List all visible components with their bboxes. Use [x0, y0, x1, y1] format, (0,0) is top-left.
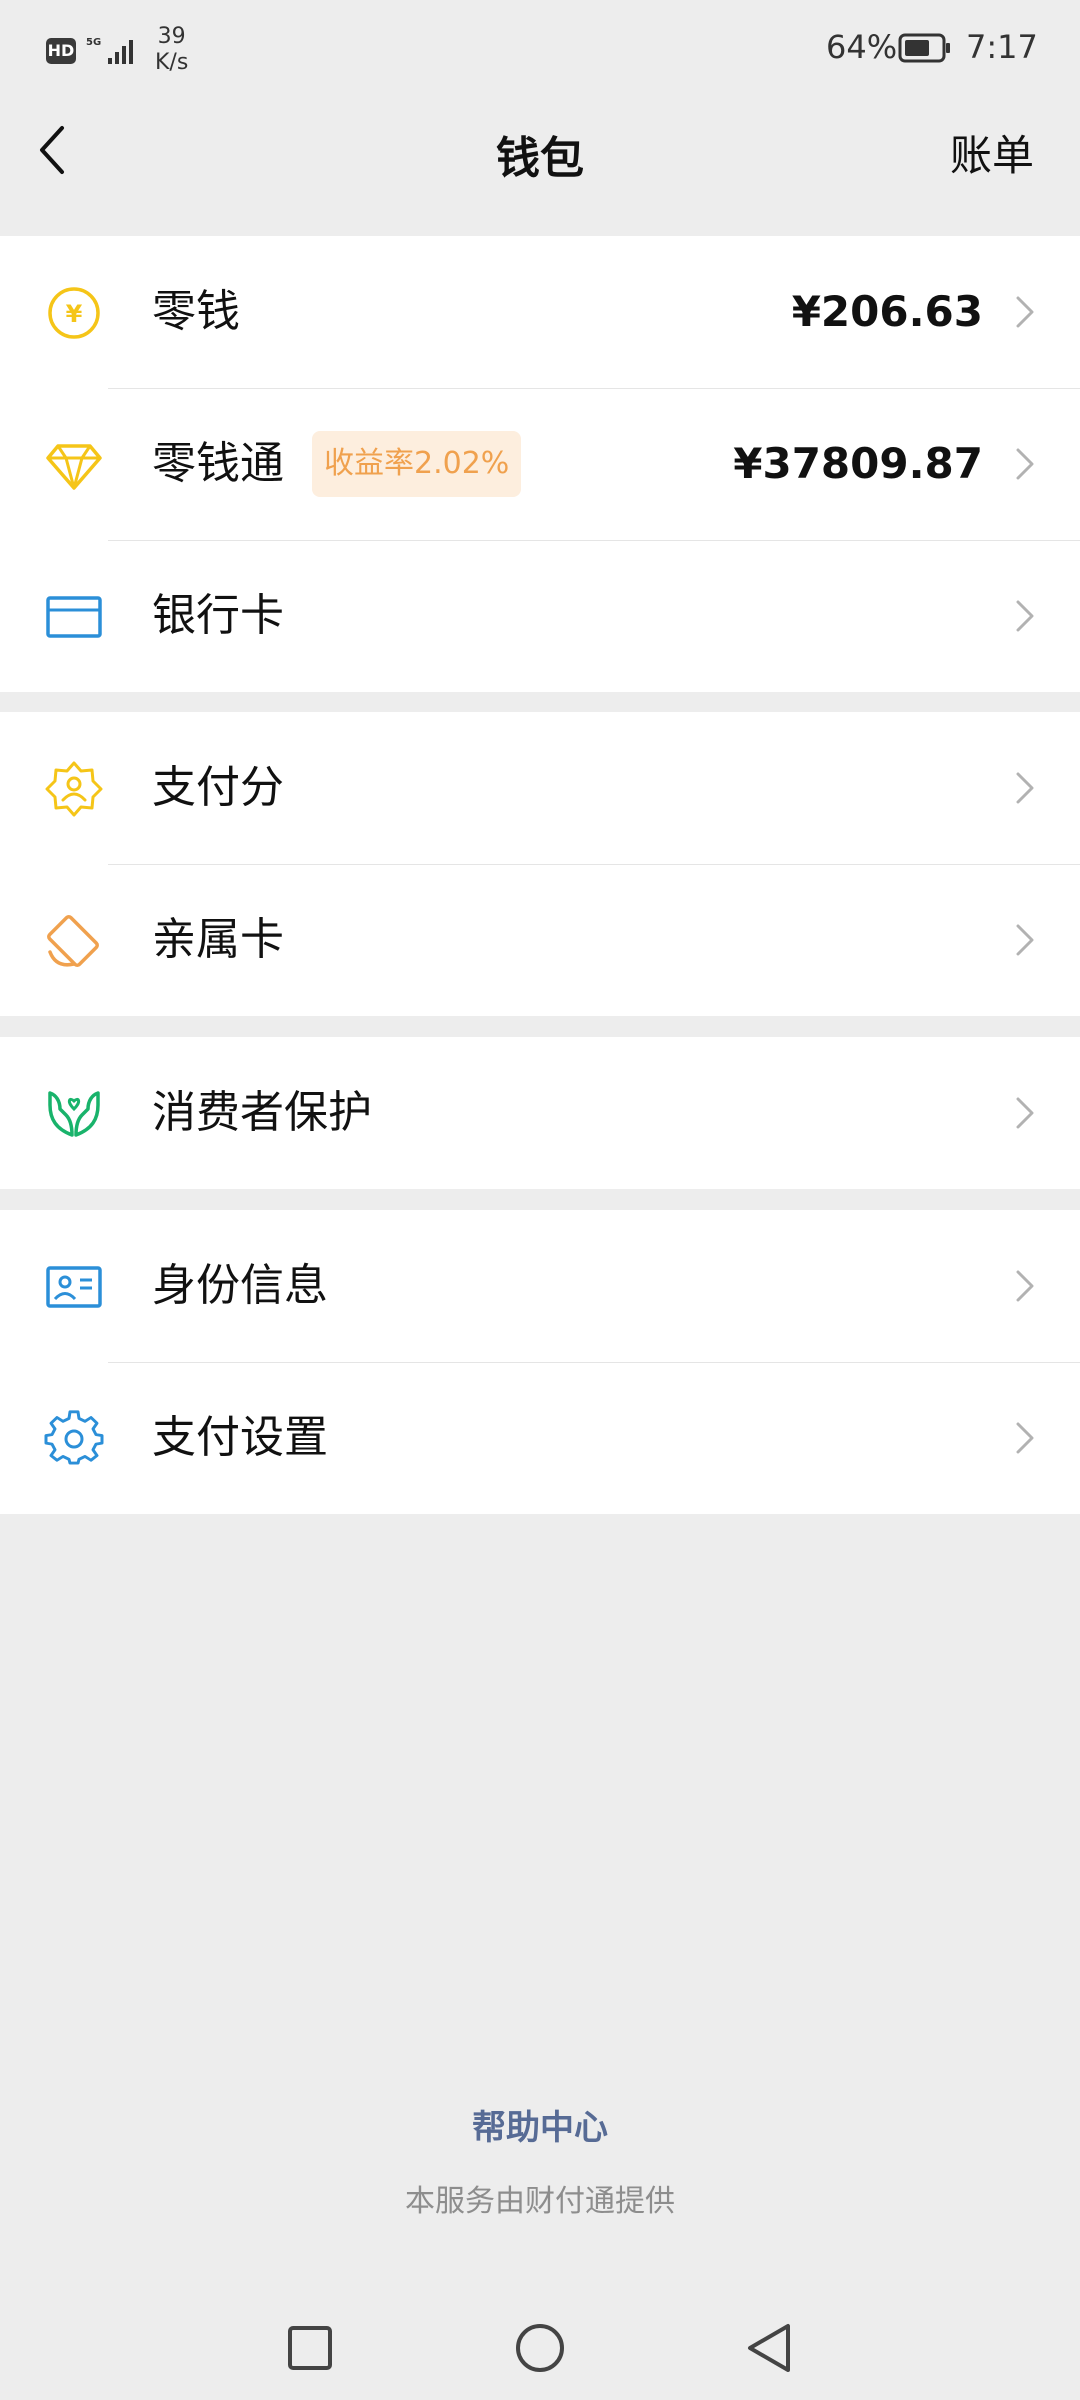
chevron-right-icon [1016, 924, 1034, 956]
row-amount: ¥206.63 [791, 287, 983, 336]
chevron-right-icon [1016, 772, 1034, 804]
home-icon[interactable] [512, 2320, 568, 2376]
diamond-icon [46, 444, 102, 490]
row-label: 支付设置 [152, 1412, 328, 1463]
row-label: 零钱 [152, 286, 240, 337]
chevron-right-icon [1016, 1422, 1034, 1454]
row-amount: ¥37809.87 [733, 439, 983, 488]
gear-icon [44, 1410, 104, 1465]
row-identity[interactable]: 身份信息 [0, 1210, 1080, 1362]
yield-badge: 收益率2.02% [312, 431, 522, 497]
svg-text:¥: ¥ [66, 300, 83, 328]
net-speed-value: 39 [157, 24, 186, 49]
row-bank-card[interactable]: 银行卡 [0, 540, 1080, 692]
chevron-right-icon [1016, 600, 1034, 632]
recent-apps-icon[interactable] [282, 2320, 338, 2376]
chevron-right-icon [1016, 1097, 1034, 1129]
wallet-group-settings: 身份信息 支付设置 [0, 1210, 1080, 1514]
bank-card-icon [46, 596, 102, 638]
family-card-icon [47, 915, 99, 967]
chevron-right-icon [1016, 296, 1034, 328]
row-label: 身份信息 [152, 1260, 328, 1311]
row-label: 银行卡 [152, 590, 284, 641]
row-change[interactable]: ¥ 零钱 ¥206.63 [0, 236, 1080, 388]
chevron-right-icon [1016, 1270, 1034, 1302]
net-speed: 39 K/s [155, 24, 188, 76]
row-pay-score[interactable]: 支付分 [0, 712, 1080, 864]
wallet-group-balance: ¥ 零钱 ¥206.63 零钱通 收益率2.02% ¥37809.87 银行卡 [0, 236, 1080, 692]
row-label: 亲属卡 [152, 914, 284, 965]
net-speed-unit: K/s [155, 50, 189, 75]
provider-note: 本服务由财付通提供 [405, 2184, 675, 2219]
pay-score-badge-icon [45, 761, 103, 817]
system-nav-bar [0, 2300, 1080, 2400]
clock: 7:17 [966, 28, 1038, 66]
hd-indicator: HD [46, 38, 76, 64]
bill-button[interactable]: 账单 [950, 122, 1034, 183]
protect-hands-icon [48, 1091, 100, 1137]
network-type: 5G [86, 37, 101, 48]
chevron-right-icon [1016, 448, 1034, 480]
help-center-link[interactable]: 帮助中心 [0, 2100, 1080, 2149]
yuan-coin-icon: ¥ [48, 287, 100, 339]
battery-icon [898, 33, 950, 63]
row-pay-settings[interactable]: 支付设置 [0, 1362, 1080, 1514]
battery-percent: 64% [826, 28, 898, 66]
signal-icon: 5G [86, 37, 133, 64]
nav-bar: 钱包 账单 [0, 100, 1080, 236]
row-label: 零钱通 [152, 438, 284, 489]
row-family-card[interactable]: 亲属卡 [0, 864, 1080, 1016]
wallet-group-credit: 支付分 亲属卡 [0, 712, 1080, 1016]
status-bar: HD 5G 39 K/s 64% 7:17 [0, 0, 1080, 100]
row-lingqiantong[interactable]: 零钱通 收益率2.02% ¥37809.87 [0, 388, 1080, 540]
id-card-icon [46, 1266, 102, 1308]
row-consumer-protection[interactable]: 消费者保护 [0, 1037, 1080, 1189]
row-label: 消费者保护 [152, 1087, 372, 1138]
wallet-group-protection: 消费者保护 [0, 1037, 1080, 1189]
back-triangle-icon[interactable] [742, 2320, 798, 2376]
page-title: 钱包 [496, 133, 584, 184]
row-label: 支付分 [152, 762, 284, 813]
